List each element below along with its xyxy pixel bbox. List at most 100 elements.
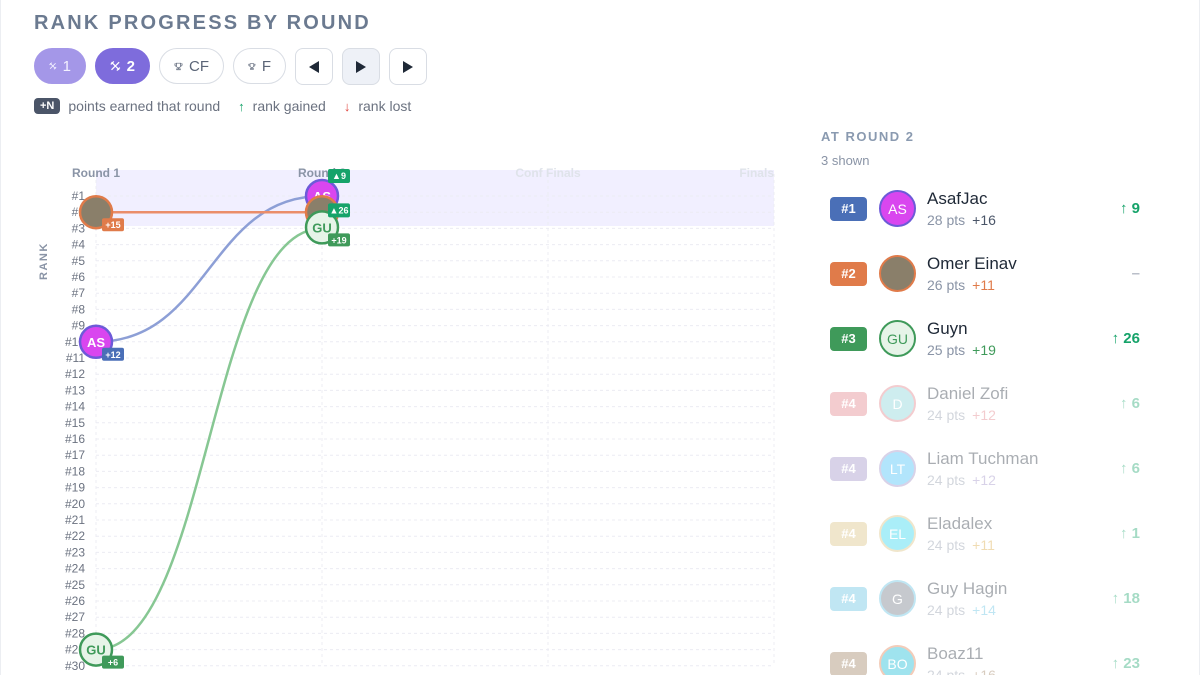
y-axis-label: RANK — [38, 242, 50, 280]
marker-initials: GU — [312, 220, 332, 235]
crossed-swords-icon — [49, 62, 57, 70]
round-1-button[interactable]: 1 — [34, 48, 86, 84]
x-tick-label: Conf Finals — [515, 166, 581, 180]
top-ranks-band — [96, 170, 774, 226]
rank-badge: #4 — [830, 651, 867, 675]
page-title: RANK PROGRESS BY ROUND — [34, 12, 371, 34]
rank-badge: #4 — [830, 521, 867, 546]
y-tick-label: #16 — [65, 432, 85, 446]
points-tag: +19 — [331, 235, 346, 245]
points-suffix: pts — [942, 277, 966, 293]
player-points: 25 — [927, 342, 943, 358]
standings-row[interactable]: #3 GU Guyn 25 pts +19 ↑ 26 — [822, 306, 1152, 371]
finals-button[interactable]: F — [233, 48, 286, 84]
rank-delta: ↑ 23 — [1111, 655, 1140, 672]
standings-row[interactable]: #2 Omer Einav 26 pts +11 – — [822, 241, 1152, 306]
points-tag: +12 — [105, 350, 120, 360]
standings-row[interactable]: #4 D Daniel Zofi 24 pts +12 ↑ 6 — [822, 371, 1152, 436]
player-points: 24 — [927, 407, 943, 423]
side-shown-count: 3 shown — [821, 153, 870, 168]
player-meta: 26 pts +11 — [927, 277, 1017, 293]
avatar: G — [879, 580, 916, 617]
player-info: Guyn 25 pts +19 — [927, 319, 996, 358]
avatar: GU — [879, 320, 916, 357]
legend-points-tag: +N — [34, 98, 61, 114]
y-tick-label: #25 — [65, 578, 85, 592]
player-meta: 28 pts +16 — [927, 212, 996, 228]
player-info: Omer Einav 26 pts +11 — [927, 254, 1017, 293]
y-tick-label: #5 — [72, 254, 86, 268]
player-meta: 25 pts +19 — [927, 342, 996, 358]
rank-change-tag: ▲26 — [330, 205, 349, 215]
avatar: LT — [879, 450, 916, 487]
standings-row[interactable]: #4 G Guy Hagin 24 pts +14 ↑ 18 — [822, 566, 1152, 631]
y-tick-label: #22 — [65, 529, 85, 543]
standings-list: #1 AS AsafJac 28 pts +16 ↑ 9 #2 Omer Einav 26 pt… — [822, 176, 1152, 675]
avatar — [879, 255, 916, 292]
player-info: Daniel Zofi 24 pts +12 — [927, 384, 1008, 423]
y-tick-label: #11 — [66, 351, 85, 365]
round-controls: 1 2 CF F — [34, 48, 427, 85]
y-tick-label: #18 — [65, 464, 85, 478]
y-tick-label: #8 — [72, 302, 86, 316]
avatar: D — [879, 385, 916, 422]
points-suffix: pts — [942, 602, 966, 618]
player-name: Guyn — [927, 319, 968, 338]
player-info: AsafJac 28 pts +16 — [927, 189, 996, 228]
round-2-button[interactable]: 2 — [95, 48, 150, 84]
player-info: Eladalex 24 pts +11 — [927, 514, 995, 553]
player-name: Guy Hagin — [927, 579, 1008, 598]
rank-chart: Round 1 Round 2 Conf Finals Finals #1 #2 #3 #4 #… — [0, 150, 800, 675]
points-tag: +6 — [108, 658, 118, 668]
round-gain: +19 — [972, 342, 996, 358]
standings-row[interactable]: #4 LT Liam Tuchman 24 pts +12 ↑ 6 — [822, 436, 1152, 501]
round-2-label: 2 — [126, 57, 135, 75]
rank-badge: #4 — [830, 456, 867, 481]
rank-change-tag: ▲9 — [332, 171, 346, 181]
play-triangle-icon — [356, 60, 366, 73]
points-suffix: pts — [942, 212, 966, 228]
legend: +N points earned that round ↑ rank gaine… — [34, 98, 411, 114]
side-heading: AT ROUND 2 — [821, 129, 915, 144]
player-info: Boaz11 24 pts +16 — [927, 644, 996, 675]
y-tick-label: #6 — [72, 270, 86, 284]
player-name: Eladalex — [927, 514, 993, 533]
player-points: 24 — [927, 537, 943, 553]
rank-gained-arrow-icon: ↑ — [238, 98, 245, 114]
points-suffix: pts — [942, 537, 966, 553]
y-tick-label: #20 — [65, 497, 85, 511]
next-triangle-icon — [403, 60, 413, 73]
player-name: Omer Einav — [927, 254, 1017, 273]
player-info: Liam Tuchman 24 pts +12 — [927, 449, 1039, 488]
points-tag: +15 — [105, 220, 120, 230]
points-suffix: pts — [942, 407, 966, 423]
player-points: 28 — [927, 212, 943, 228]
play-button[interactable] — [342, 48, 380, 85]
x-tick-label: Finals — [739, 166, 774, 180]
standings-row[interactable]: #1 AS AsafJac 28 pts +16 ↑ 9 — [822, 176, 1152, 241]
rank-delta: ↑ 1 — [1119, 525, 1140, 542]
y-tick-label: #26 — [65, 594, 85, 608]
round-gain: +16 — [972, 667, 996, 675]
conf-finals-button[interactable]: CF — [159, 48, 224, 84]
legend-lost-text: rank lost — [358, 98, 412, 114]
rank-delta: ↑ 6 — [1119, 395, 1140, 412]
rank-badge: #2 — [830, 261, 867, 286]
round-gain: +11 — [972, 537, 995, 553]
y-tick-label: #21 — [65, 513, 85, 527]
prev-round-button[interactable] — [295, 48, 333, 85]
round-1-label: 1 — [62, 57, 71, 75]
round-gain: +16 — [972, 212, 996, 228]
player-points: 24 — [927, 667, 943, 675]
player-points: 24 — [927, 472, 943, 488]
round-gain: +14 — [972, 602, 996, 618]
rank-badge: #1 — [830, 196, 867, 221]
standings-row[interactable]: #4 EL Eladalex 24 pts +11 ↑ 1 — [822, 501, 1152, 566]
y-tick-label: #7 — [72, 286, 86, 300]
rank-delta: – — [1131, 265, 1140, 282]
next-round-button[interactable] — [389, 48, 427, 85]
player-meta: 24 pts +12 — [927, 472, 1039, 488]
points-suffix: pts — [942, 342, 966, 358]
crossed-swords-icon — [110, 61, 121, 71]
standings-row[interactable]: #4 BO Boaz11 24 pts +16 ↑ 23 — [822, 631, 1152, 675]
